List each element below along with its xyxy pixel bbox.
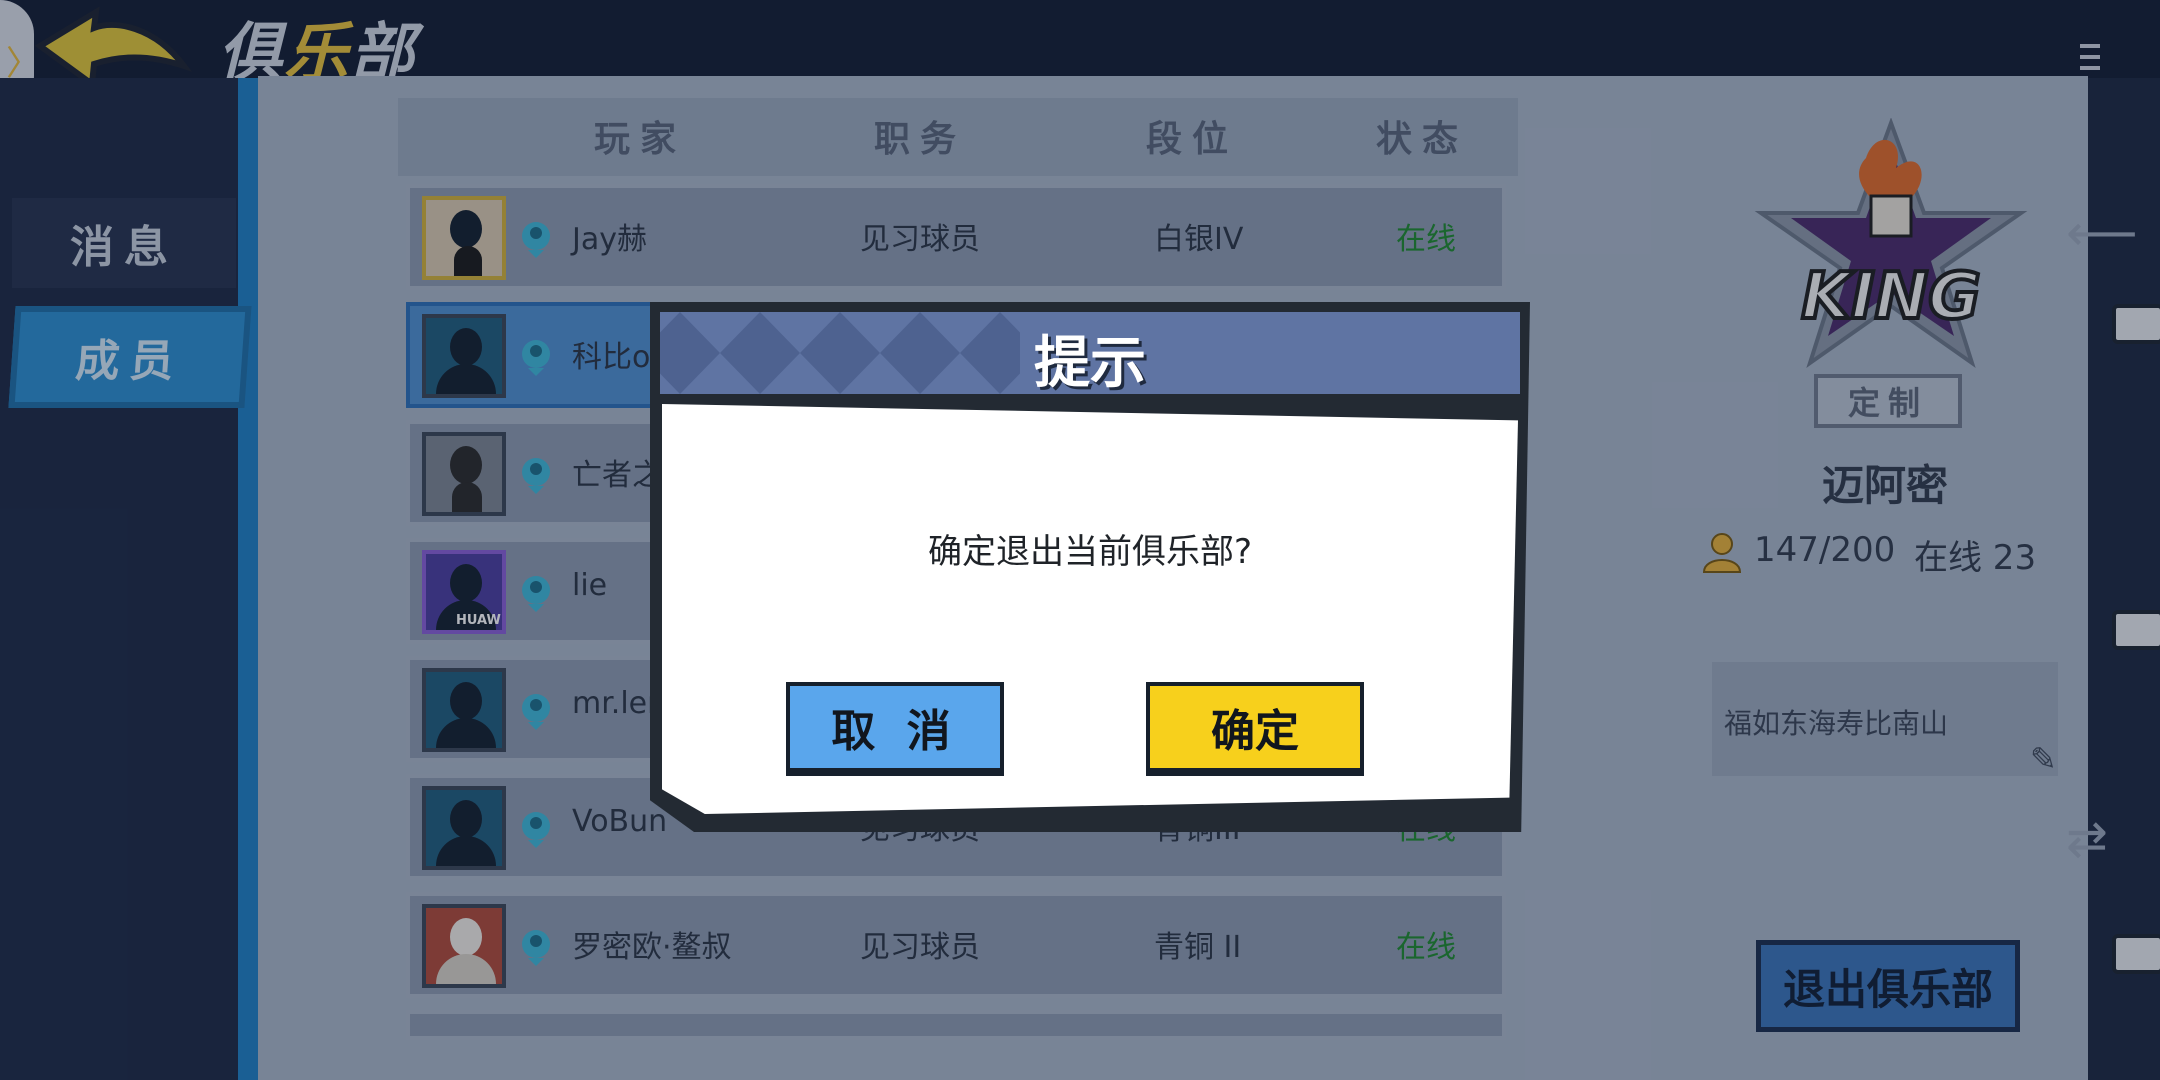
dialog-message: 确定退出当前俱乐部? [927,532,1253,572]
dialog-header: 提示 [660,312,1520,394]
confirm-dialog: 提示 确定退出当前俱乐部? 取 消 确定 [650,302,1530,832]
cancel-button[interactable]: 取 消 [786,682,1004,776]
confirm-button[interactable]: 确定 [1146,682,1364,776]
dialog-title: 提示 [1034,331,1146,394]
